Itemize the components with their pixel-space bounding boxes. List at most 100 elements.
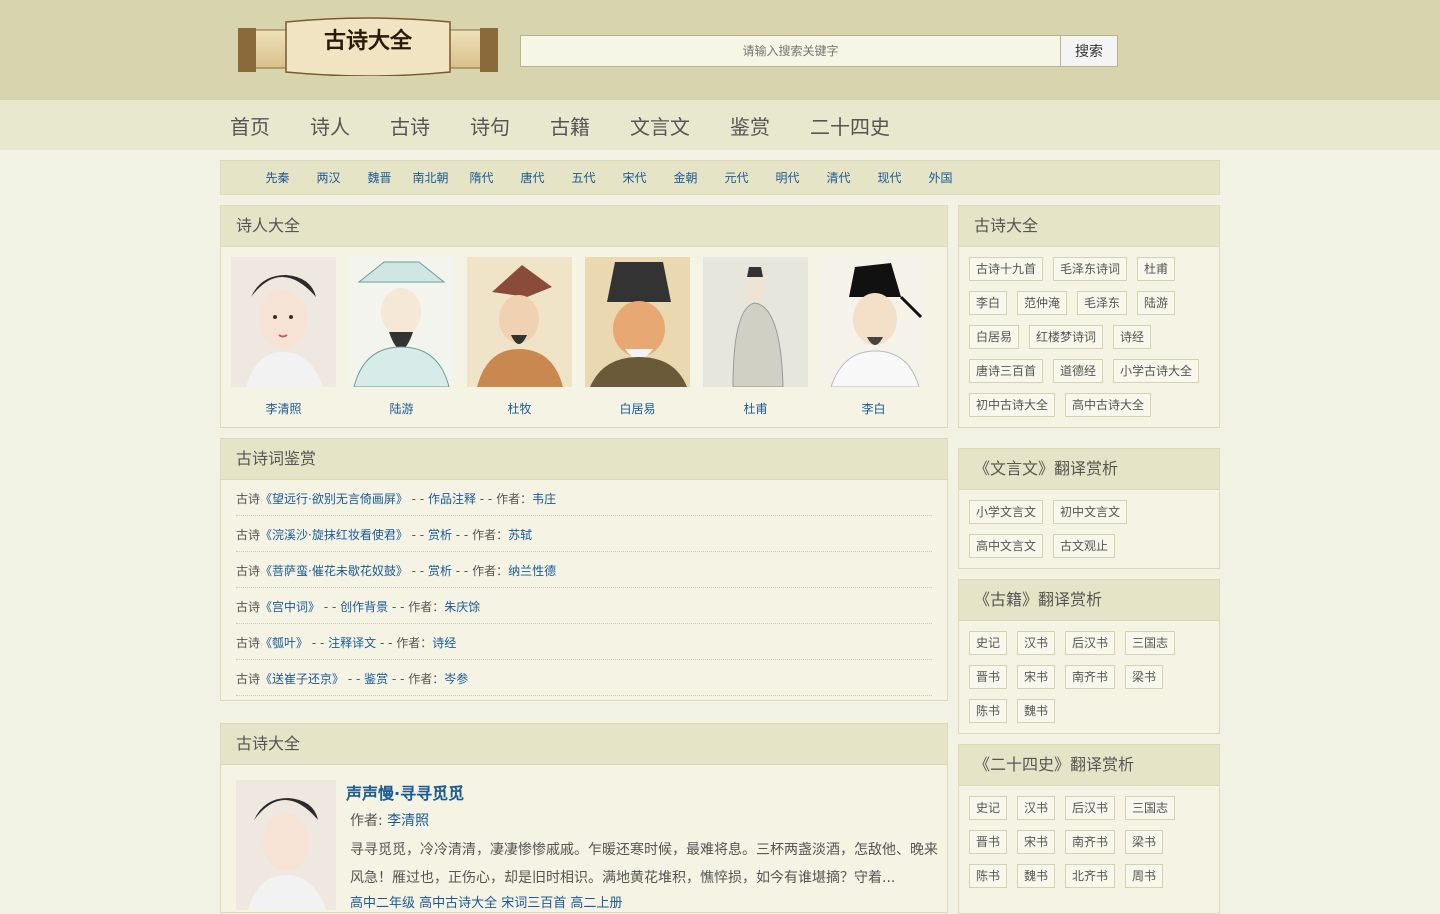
poet-card[interactable]: 李清照 bbox=[231, 257, 349, 417]
author-link[interactable]: 纳兰性德 bbox=[508, 564, 556, 578]
tag-link[interactable]: 三国志 bbox=[1125, 631, 1176, 655]
poet-portrait[interactable] bbox=[703, 257, 808, 387]
tag-link[interactable]: 南齐书 bbox=[1065, 665, 1116, 689]
poet-card[interactable]: 李白 bbox=[821, 257, 939, 417]
poet-name[interactable]: 白居易 bbox=[585, 400, 690, 417]
tag-link[interactable]: 高中古诗大全 bbox=[1065, 393, 1152, 417]
poet-name[interactable]: 李白 bbox=[821, 400, 926, 417]
poet-portrait[interactable] bbox=[585, 257, 690, 387]
dynasty-link[interactable]: 外国 bbox=[909, 169, 972, 186]
poet-card[interactable]: 白居易 bbox=[585, 257, 703, 417]
tag-link[interactable]: 北齐书 bbox=[1065, 864, 1116, 888]
kind-link[interactable]: 作品注释 bbox=[428, 492, 476, 506]
nav-poets[interactable]: 诗人 bbox=[310, 111, 350, 140]
tag-link[interactable]: 古文观止 bbox=[1053, 534, 1116, 558]
author-link[interactable]: 岑参 bbox=[444, 672, 468, 686]
kind-link[interactable]: 鉴赏 bbox=[364, 672, 388, 686]
nav-poems[interactable]: 古诗 bbox=[390, 111, 430, 140]
kind-link[interactable]: 赏析 bbox=[428, 564, 452, 578]
tag-link[interactable]: 后汉书 bbox=[1065, 796, 1116, 820]
row-prefix: 古诗 bbox=[236, 600, 261, 614]
appreciation-panel-title: 古诗词鉴赏 bbox=[221, 439, 947, 480]
tag-link[interactable]: 范仲淹 bbox=[1017, 291, 1068, 315]
author-link[interactable]: 苏轼 bbox=[508, 528, 532, 542]
poem-link[interactable]: 《瓠叶》 bbox=[260, 636, 308, 650]
poet-portrait[interactable] bbox=[467, 257, 572, 387]
author-link[interactable]: 朱庆馀 bbox=[444, 600, 480, 614]
tag-link[interactable]: 毛泽东诗词 bbox=[1053, 257, 1128, 281]
poem-link[interactable]: 《送崔子还京》 bbox=[260, 672, 344, 686]
poet-card[interactable]: 杜甫 bbox=[703, 257, 821, 417]
nav-24-histories[interactable]: 二十四史 bbox=[810, 111, 890, 140]
poet-card[interactable]: 杜牧 bbox=[467, 257, 585, 417]
poet-card[interactable]: 陆游 bbox=[349, 257, 467, 417]
tag-link[interactable]: 南齐书 bbox=[1065, 830, 1116, 854]
author-link[interactable]: 韦庄 bbox=[532, 492, 556, 506]
tag-link[interactable]: 三国志 bbox=[1125, 796, 1176, 820]
tag-link[interactable]: 汉书 bbox=[1017, 631, 1056, 655]
featured-poem-author[interactable]: 李清照 bbox=[387, 813, 429, 829]
nav-home[interactable]: 首页 bbox=[230, 111, 270, 140]
tag-link[interactable]: 唐诗三百首 bbox=[969, 359, 1044, 383]
tag-link[interactable]: 小学文言文 bbox=[969, 500, 1044, 524]
tag-link[interactable]: 晋书 bbox=[969, 665, 1008, 689]
featured-poem-tags[interactable]: 高中二年级 高中古诗大全 宋词三百首 高二上册 bbox=[346, 892, 938, 911]
nav-verses[interactable]: 诗句 bbox=[470, 111, 510, 140]
nav-appreciation[interactable]: 鉴赏 bbox=[730, 111, 770, 140]
poet-name[interactable]: 杜牧 bbox=[467, 400, 572, 417]
featured-poet-portrait[interactable] bbox=[236, 780, 336, 910]
row-sep: - - bbox=[308, 636, 329, 650]
kind-link[interactable]: 注释译文 bbox=[328, 636, 376, 650]
excerpt-line: 寻寻觅觅，冷冷清清，凄凄惨惨戚戚。乍暖还寒时候，最难将息。三杯两盏淡酒，怎敌他、… bbox=[350, 842, 938, 858]
tag-link[interactable]: 史记 bbox=[969, 796, 1008, 820]
tag-link[interactable]: 梁书 bbox=[1125, 665, 1164, 689]
tag-link[interactable]: 初中文言文 bbox=[1053, 500, 1128, 524]
nav-classical-chinese[interactable]: 文言文 bbox=[630, 111, 690, 140]
tag-link[interactable]: 初中古诗大全 bbox=[969, 393, 1056, 417]
tag-link[interactable]: 陈书 bbox=[969, 864, 1008, 888]
tag-link[interactable]: 陆游 bbox=[1137, 291, 1176, 315]
poem-link[interactable]: 《宫中词》 bbox=[260, 600, 320, 614]
tag-link[interactable]: 高中文言文 bbox=[969, 534, 1044, 558]
row-prefix: 古诗 bbox=[236, 672, 261, 686]
poem-link[interactable]: 《浣溪沙·旋抹红妆看使君》 bbox=[260, 528, 408, 542]
featured-poem-title[interactable]: 声声慢·寻寻觅觅 bbox=[346, 784, 464, 803]
tag-link[interactable]: 古诗十九首 bbox=[969, 257, 1044, 281]
poem-link[interactable]: 《望远行·欲别无言倚画屏》 bbox=[260, 492, 408, 506]
poet-name[interactable]: 陆游 bbox=[349, 400, 454, 417]
search-input[interactable] bbox=[520, 35, 1061, 67]
kind-link[interactable]: 创作背景 bbox=[340, 600, 388, 614]
tag-link[interactable]: 陈书 bbox=[969, 699, 1008, 723]
tag-link[interactable]: 李白 bbox=[969, 291, 1008, 315]
tag-link[interactable]: 毛泽东 bbox=[1077, 291, 1128, 315]
tag-link[interactable]: 后汉书 bbox=[1065, 631, 1116, 655]
tag-link[interactable]: 白居易 bbox=[969, 325, 1020, 349]
poet-portrait[interactable] bbox=[821, 257, 926, 387]
tag-link[interactable]: 魏书 bbox=[1017, 699, 1056, 723]
search-button[interactable]: 搜索 bbox=[1061, 35, 1118, 67]
tag-link[interactable]: 汉书 bbox=[1017, 796, 1056, 820]
site-logo[interactable]: 古诗大全 bbox=[236, 16, 500, 77]
poem-link[interactable]: 《菩萨蛮·催花未歇花奴鼓》 bbox=[260, 564, 408, 578]
author-link[interactable]: 诗经 bbox=[432, 636, 456, 650]
tag-link[interactable]: 魏书 bbox=[1017, 864, 1056, 888]
poet-portrait[interactable] bbox=[349, 257, 454, 387]
tag-link[interactable]: 宋书 bbox=[1017, 665, 1056, 689]
poet-name[interactable]: 杜甫 bbox=[703, 400, 808, 417]
tag-link[interactable]: 晋书 bbox=[969, 830, 1008, 854]
side-poems-panel: 古诗大全 古诗十九首 毛泽东诗词 杜甫 李白 范仲淹 毛泽东 陆游 白居易 红楼… bbox=[958, 205, 1220, 428]
logo-text: 古诗大全 bbox=[324, 28, 413, 54]
tag-link[interactable]: 周书 bbox=[1125, 864, 1164, 888]
tag-link[interactable]: 道德经 bbox=[1053, 359, 1104, 383]
tag-link[interactable]: 诗经 bbox=[1113, 325, 1152, 349]
poet-name[interactable]: 李清照 bbox=[231, 400, 336, 417]
tag-link[interactable]: 史记 bbox=[969, 631, 1008, 655]
tag-link[interactable]: 杜甫 bbox=[1137, 257, 1176, 281]
nav-classics[interactable]: 古籍 bbox=[550, 111, 590, 140]
tag-link[interactable]: 宋书 bbox=[1017, 830, 1056, 854]
tag-link[interactable]: 梁书 bbox=[1125, 830, 1164, 854]
kind-link[interactable]: 赏析 bbox=[428, 528, 452, 542]
tag-link[interactable]: 小学古诗大全 bbox=[1113, 359, 1200, 383]
poet-portrait[interactable] bbox=[231, 257, 336, 387]
tag-link[interactable]: 红楼梦诗词 bbox=[1029, 325, 1104, 349]
